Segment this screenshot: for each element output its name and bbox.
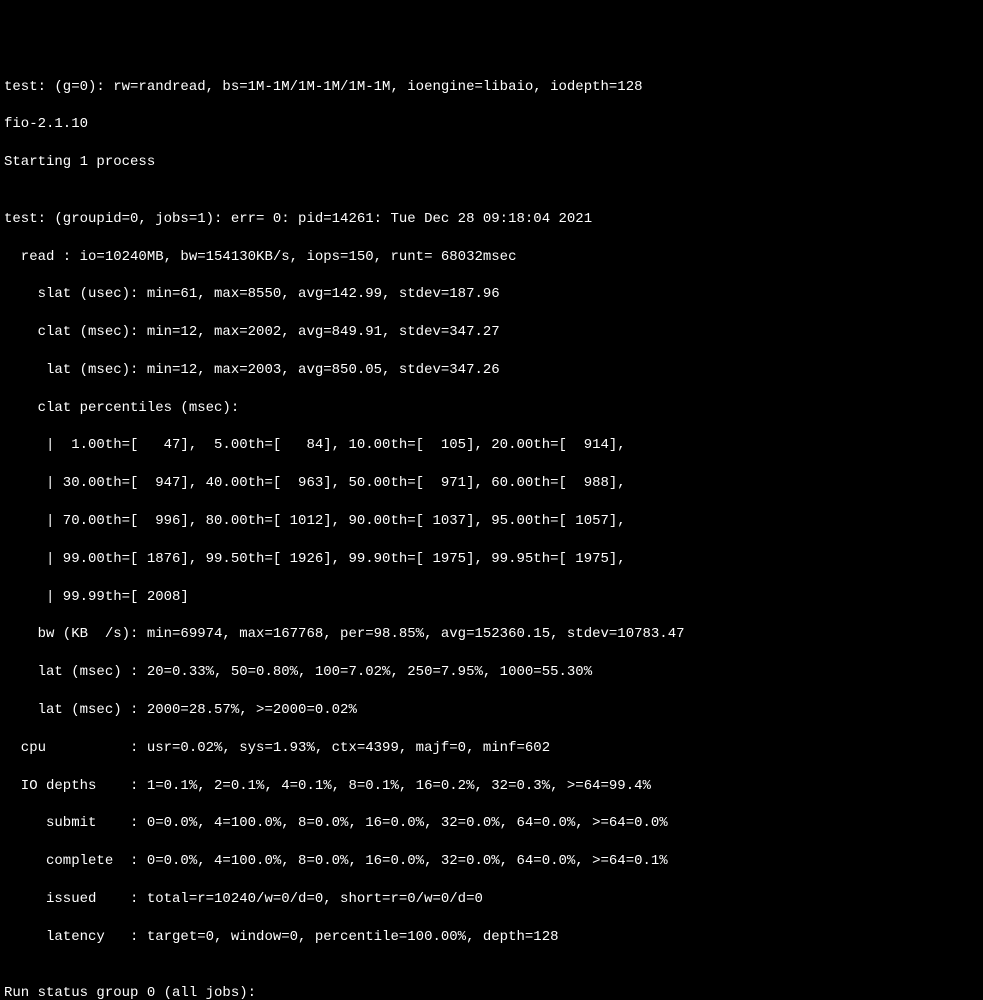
terminal-line-clat-pct-header: clat percentiles (msec):: [4, 399, 979, 418]
terminal-line-submit: submit : 0=0.0%, 4=100.0%, 8=0.0%, 16=0.…: [4, 814, 979, 833]
terminal-line-pct-5: | 99.99th=[ 2008]: [4, 588, 979, 607]
terminal-line-version: fio-2.1.10: [4, 115, 979, 134]
terminal-line-lat-dist-2: lat (msec) : 2000=28.57%, >=2000=0.02%: [4, 701, 979, 720]
terminal-line-read-summary: read : io=10240MB, bw=154130KB/s, iops=1…: [4, 248, 979, 267]
terminal-line-cpu: cpu : usr=0.02%, sys=1.93%, ctx=4399, ma…: [4, 739, 979, 758]
terminal-line-pct-1: | 1.00th=[ 47], 5.00th=[ 84], 10.00th=[ …: [4, 436, 979, 455]
terminal-line-clat: clat (msec): min=12, max=2002, avg=849.9…: [4, 323, 979, 342]
terminal-line-complete: complete : 0=0.0%, 4=100.0%, 8=0.0%, 16=…: [4, 852, 979, 871]
terminal-line-lat-dist-1: lat (msec) : 20=0.33%, 50=0.80%, 100=7.0…: [4, 663, 979, 682]
terminal-line-start: Starting 1 process: [4, 153, 979, 172]
terminal-line-latency: latency : target=0, window=0, percentile…: [4, 928, 979, 947]
terminal-line-pct-2: | 30.00th=[ 947], 40.00th=[ 963], 50.00t…: [4, 474, 979, 493]
terminal-line-test-info: test: (groupid=0, jobs=1): err= 0: pid=1…: [4, 210, 979, 229]
terminal-line-lat: lat (msec): min=12, max=2003, avg=850.05…: [4, 361, 979, 380]
terminal-line-io-depths: IO depths : 1=0.1%, 2=0.1%, 4=0.1%, 8=0.…: [4, 777, 979, 796]
terminal-line-run-status: Run status group 0 (all jobs):: [4, 984, 979, 1000]
terminal-line-slat: slat (usec): min=61, max=8550, avg=142.9…: [4, 285, 979, 304]
terminal-line-bw: bw (KB /s): min=69974, max=167768, per=9…: [4, 625, 979, 644]
terminal-line-issued: issued : total=r=10240/w=0/d=0, short=r=…: [4, 890, 979, 909]
terminal-line-header: test: (g=0): rw=randread, bs=1M-1M/1M-1M…: [4, 78, 979, 97]
terminal-line-pct-4: | 99.00th=[ 1876], 99.50th=[ 1926], 99.9…: [4, 550, 979, 569]
terminal-line-pct-3: | 70.00th=[ 996], 80.00th=[ 1012], 90.00…: [4, 512, 979, 531]
